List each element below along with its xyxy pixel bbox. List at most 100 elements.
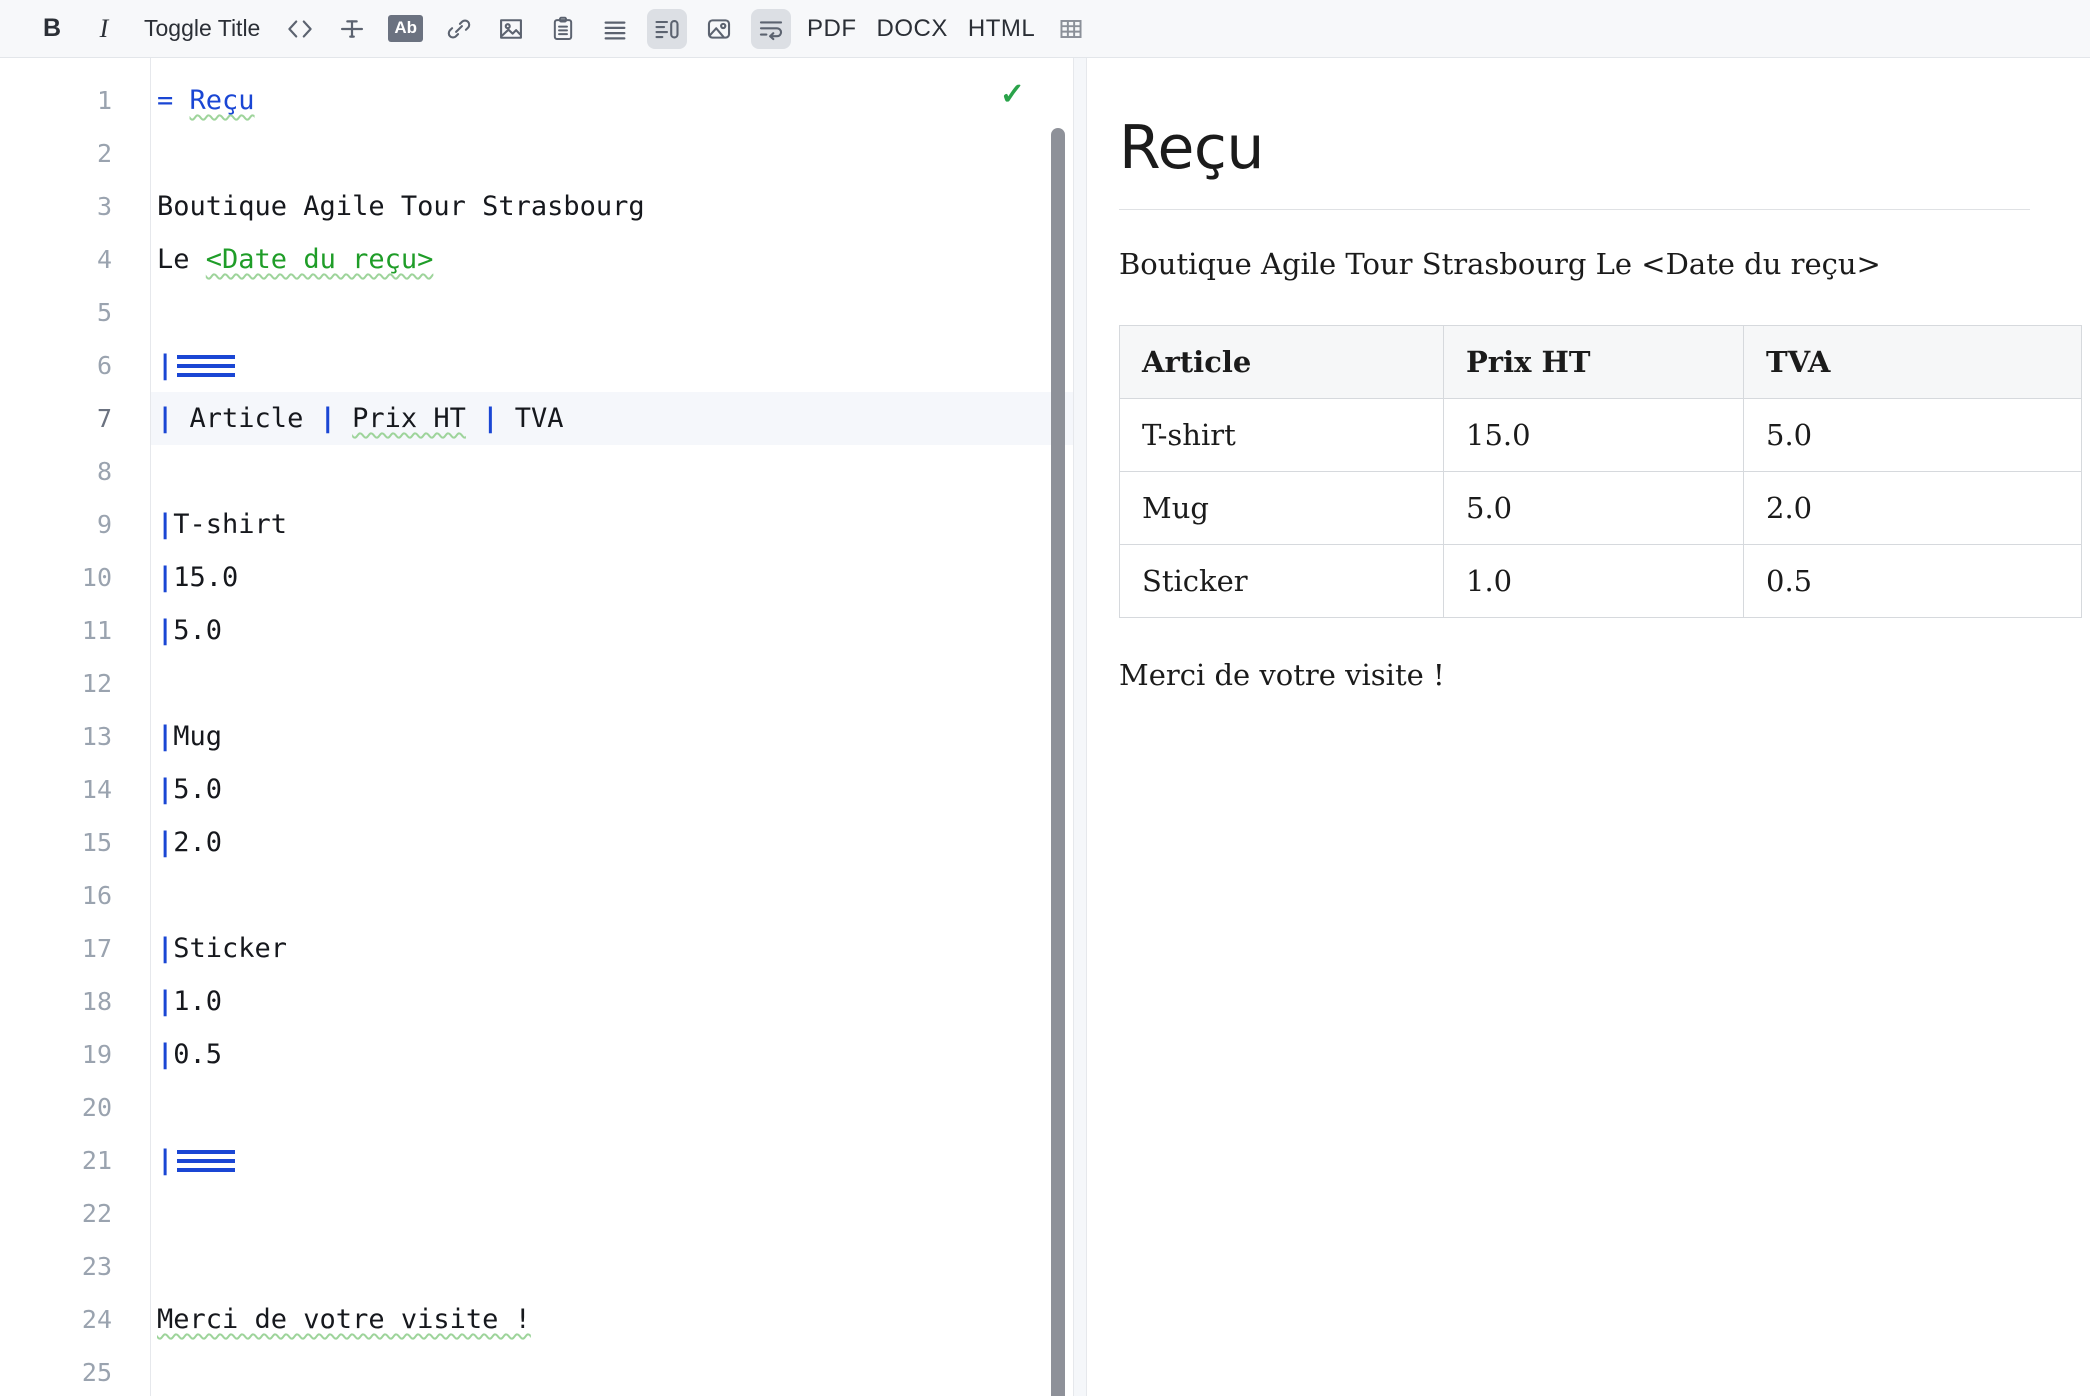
code-line[interactable]: |2.0 bbox=[151, 816, 1073, 869]
code-icon bbox=[285, 14, 315, 44]
link-icon bbox=[445, 15, 473, 43]
table-row: T-shirt 15.0 5.0 bbox=[1119, 397, 2082, 472]
asciidoc-editor-window: B I Toggle Title Ab PDF DOCX HTML 1 2 3 … bbox=[0, 0, 2090, 1396]
pipe-token: | bbox=[157, 774, 174, 805]
code-line[interactable] bbox=[151, 445, 1073, 498]
word-wrap-button[interactable] bbox=[751, 8, 792, 49]
pipe-token: | bbox=[482, 403, 499, 434]
code-button[interactable] bbox=[280, 9, 320, 49]
code-line[interactable]: |T-shirt bbox=[151, 498, 1073, 551]
code-line[interactable]: |1.0 bbox=[151, 975, 1073, 1028]
code-line[interactable] bbox=[151, 657, 1073, 710]
preview-pane: Reçu Boutique Agile Tour Strasbourg Le <… bbox=[1087, 58, 2090, 1396]
export-docx-label: DOCX bbox=[876, 14, 948, 42]
code-line-current[interactable]: | Article | Prix HT | TVA bbox=[151, 392, 1073, 445]
code-line[interactable] bbox=[151, 869, 1073, 922]
italic-label: I bbox=[99, 13, 109, 43]
code-line[interactable] bbox=[151, 1240, 1073, 1293]
code-line[interactable] bbox=[151, 1081, 1073, 1134]
code-line-table-separator[interactable]: | bbox=[151, 1134, 1073, 1187]
code-line[interactable]: |15.0 bbox=[151, 551, 1073, 604]
cell-article: Sticker bbox=[1119, 543, 1444, 618]
image-button[interactable] bbox=[491, 9, 531, 49]
line-number: 23 bbox=[81, 1252, 112, 1281]
code-line[interactable]: = Reçu bbox=[151, 74, 1073, 127]
line-number: 17 bbox=[81, 934, 112, 963]
list-button[interactable] bbox=[595, 9, 635, 49]
table-separator-glyph: | bbox=[157, 339, 236, 392]
cell-tva: 5.0 bbox=[1743, 397, 2082, 472]
bold-button[interactable]: B bbox=[32, 9, 72, 49]
code-text-area[interactable]: = Reçu Boutique Agile Tour Strasbourg Le… bbox=[150, 58, 1073, 1396]
export-docx-button[interactable]: DOCX bbox=[873, 9, 952, 49]
preview-outro-paragraph: Merci de votre visite ! bbox=[1119, 657, 1445, 692]
pipe-token: | bbox=[157, 986, 174, 1017]
insert-table-button[interactable] bbox=[1051, 9, 1091, 49]
figure-icon bbox=[705, 15, 733, 43]
code-line[interactable]: |5.0 bbox=[151, 604, 1073, 657]
preview-table: Article Prix HT TVA T-shirt 15.0 5.0 Mug… bbox=[1119, 324, 2082, 618]
clipboard-icon bbox=[549, 15, 577, 43]
code-line[interactable]: |Mug bbox=[151, 710, 1073, 763]
title-divider bbox=[1119, 209, 2030, 210]
strikethrough-button[interactable] bbox=[332, 9, 372, 49]
line-number: 24 bbox=[81, 1305, 112, 1334]
cell-text: Prix HT bbox=[352, 403, 466, 434]
code-line[interactable]: |Sticker bbox=[151, 922, 1073, 975]
line-number: 9 bbox=[96, 510, 112, 539]
line-number: 19 bbox=[81, 1040, 112, 1069]
highlight-button[interactable]: Ab bbox=[384, 9, 427, 49]
code-line[interactable] bbox=[151, 1346, 1073, 1396]
code-line[interactable]: |0.5 bbox=[151, 1028, 1073, 1081]
cell-article: T-shirt bbox=[1119, 397, 1444, 472]
line-number: 21 bbox=[81, 1146, 112, 1175]
line-number: 18 bbox=[81, 987, 112, 1016]
outline-panel-icon bbox=[653, 15, 681, 43]
toggle-title-button[interactable]: Toggle Title bbox=[136, 9, 268, 49]
cell-tva: 0.5 bbox=[1743, 543, 2082, 618]
italic-button[interactable]: I bbox=[84, 9, 124, 49]
source-editor-pane[interactable]: 1 2 3 4 5 6 7 8 9 10 11 12 13 14 15 16 1… bbox=[0, 58, 1073, 1396]
export-pdf-button[interactable]: PDF bbox=[803, 9, 861, 49]
column-header-article: Article bbox=[1119, 324, 1444, 399]
list-icon bbox=[601, 15, 629, 43]
cell-text: T-shirt bbox=[173, 509, 288, 540]
clipboard-button[interactable] bbox=[543, 9, 583, 49]
toggle-title-label: Toggle Title bbox=[144, 15, 261, 41]
image-icon bbox=[497, 15, 525, 43]
link-button[interactable] bbox=[439, 9, 479, 49]
line-number: 6 bbox=[96, 351, 112, 380]
cell-text: 15.0 bbox=[173, 562, 239, 593]
cell-prix-ht: 5.0 bbox=[1443, 470, 1744, 545]
line-number: 3 bbox=[96, 192, 112, 221]
editor-scrollbar[interactable] bbox=[1051, 58, 1065, 1396]
export-html-button[interactable]: HTML bbox=[964, 9, 1039, 49]
scrollbar-thumb[interactable] bbox=[1051, 128, 1065, 1396]
code-line[interactable] bbox=[151, 1187, 1073, 1240]
code-line[interactable]: Boutique Agile Tour Strasbourg bbox=[151, 180, 1073, 233]
code-line[interactable] bbox=[151, 127, 1073, 180]
code-line[interactable] bbox=[151, 286, 1073, 339]
code-line[interactable]: Le <Date du reçu> bbox=[151, 233, 1073, 286]
line-number: 12 bbox=[81, 669, 112, 698]
line-number: 14 bbox=[81, 775, 112, 804]
pipe-token: | bbox=[157, 1039, 174, 1070]
line-number: 15 bbox=[81, 828, 112, 857]
pane-divider[interactable] bbox=[1073, 58, 1087, 1396]
cell-text: 5.0 bbox=[173, 615, 223, 646]
word-wrap-icon bbox=[757, 15, 785, 43]
outline-panel-button[interactable] bbox=[647, 8, 688, 49]
cell-text: TVA bbox=[514, 403, 564, 434]
editor-preview-split: 1 2 3 4 5 6 7 8 9 10 11 12 13 14 15 16 1… bbox=[0, 58, 2090, 1396]
title-marker: = bbox=[157, 85, 174, 116]
code-line[interactable]: Merci de votre visite ! bbox=[151, 1293, 1073, 1346]
table-separator-glyph: | bbox=[157, 1134, 236, 1187]
cell-text: 5.0 bbox=[173, 774, 223, 805]
pipe-token: | bbox=[319, 403, 336, 434]
code-line-table-separator[interactable]: | bbox=[151, 339, 1073, 392]
code-line[interactable]: |5.0 bbox=[151, 763, 1073, 816]
table-row: Mug 5.0 2.0 bbox=[1119, 470, 2082, 545]
cell-text: 1.0 bbox=[173, 986, 223, 1017]
cell-text: 0.5 bbox=[173, 1039, 223, 1070]
insert-figure-button[interactable] bbox=[699, 9, 739, 49]
